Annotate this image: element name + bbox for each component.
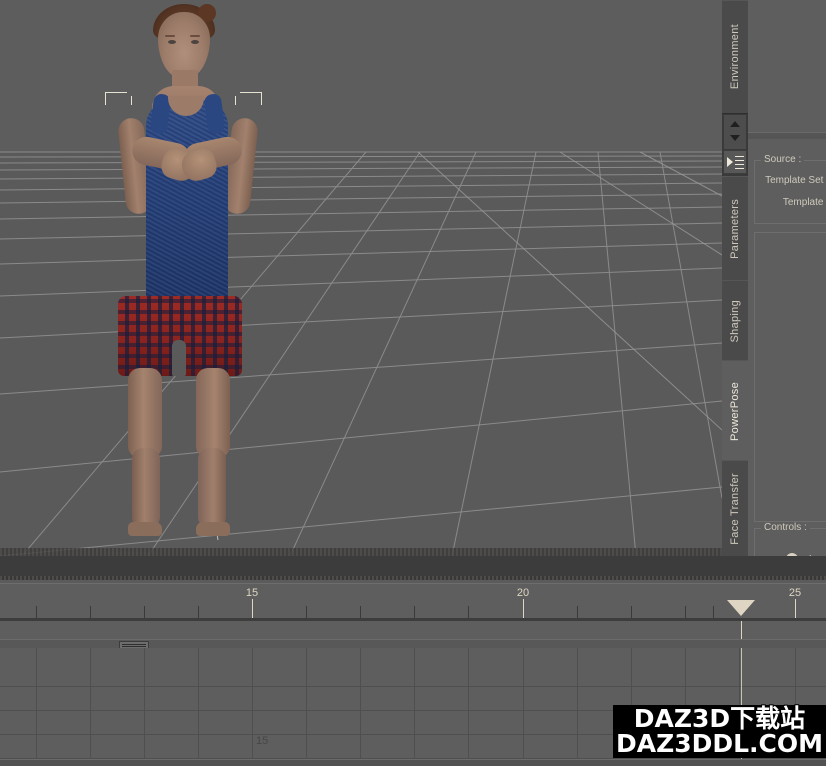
right-dock-pane: Environment Parameters Shaping PowerPose… xyxy=(722,0,826,556)
figure-foot-right xyxy=(196,522,230,536)
pose-canvas-area[interactable] xyxy=(754,232,826,522)
ruler-tick-major xyxy=(795,599,796,620)
figure-shorts-gap xyxy=(172,340,186,376)
timeline-bottom-edge xyxy=(0,759,826,766)
timeline-track-area[interactable] xyxy=(0,621,826,639)
playhead-handle[interactable] xyxy=(727,600,755,616)
ruler-label-25: 25 xyxy=(789,587,801,599)
ruler-label-20: 20 xyxy=(517,587,529,599)
figure-brow-left xyxy=(165,35,175,37)
figure-eye-left xyxy=(168,40,176,44)
tab-powerpose-label: PowerPose xyxy=(729,382,741,441)
template-set-label: Template Set : xyxy=(733,175,826,186)
play-triangle-icon xyxy=(727,157,733,167)
figure-foot-left xyxy=(128,522,162,536)
tab-face-transfer[interactable]: Face Transfer xyxy=(722,460,748,558)
template-label: Template : xyxy=(733,197,826,208)
tab-scroll-arrows[interactable] xyxy=(723,114,747,150)
powerpose-panel-body: Source : Template Set : Template : Contr… xyxy=(748,0,826,556)
3d-viewport[interactable] xyxy=(0,0,722,556)
tab-face-transfer-label: Face Transfer xyxy=(729,473,741,545)
figure-calf-left xyxy=(132,448,160,528)
viewport-bottom-edge xyxy=(0,548,722,556)
grid-frame-label: 15 xyxy=(256,735,268,747)
controls-group-label: Controls : xyxy=(761,522,810,533)
ruler-tick-major xyxy=(523,599,524,620)
keyframe-grid[interactable]: 15 DAZ3D下载站 DAZ3DDL.COM xyxy=(0,648,826,766)
ruler-tick-major xyxy=(252,599,253,620)
panel-menu-icon[interactable] xyxy=(723,150,747,174)
playhead-line-track xyxy=(741,621,742,639)
tab-parameters[interactable]: Parameters xyxy=(722,176,748,282)
figure-thigh-left xyxy=(128,368,162,458)
watermark-line-1: DAZ3D下载站 xyxy=(616,706,823,731)
figure-thigh-right xyxy=(196,368,230,458)
figure-head xyxy=(158,12,210,78)
source-group: Source : Template Set : Template : xyxy=(754,160,826,224)
figure-brow-right xyxy=(190,35,200,37)
selection-bracket-top-right xyxy=(228,92,262,106)
tab-environment[interactable]: Environment xyxy=(722,0,748,114)
watermark-line-2: DAZ3DDL.COM xyxy=(616,731,823,756)
tab-parameters-label: Parameters xyxy=(729,199,741,259)
tab-environment-label: Environment xyxy=(729,24,741,89)
3d-character-figure[interactable] xyxy=(60,0,310,556)
arrow-up-icon[interactable] xyxy=(730,121,740,127)
vertical-tab-strip: Environment Parameters Shaping PowerPose… xyxy=(722,0,748,556)
figure-arm-right xyxy=(223,117,259,215)
figure-calf-right xyxy=(198,448,226,528)
daz-studio-window: Environment Parameters Shaping PowerPose… xyxy=(0,0,826,766)
tab-shaping-label: Shaping xyxy=(729,300,741,342)
selection-bracket-top-left xyxy=(105,92,139,106)
panel-divider xyxy=(748,132,826,139)
arrow-down-icon[interactable] xyxy=(730,135,740,141)
timeline-ruler[interactable]: 15 20 25 xyxy=(0,583,826,621)
figure-tank-strap-right xyxy=(204,93,226,135)
figure-eye-right xyxy=(191,40,199,44)
timeline-hatch-divider xyxy=(0,576,826,580)
tab-shaping[interactable]: Shaping xyxy=(722,280,748,362)
watermark: DAZ3D下载站 DAZ3DDL.COM xyxy=(613,705,826,758)
tab-powerpose[interactable]: PowerPose xyxy=(722,360,748,462)
source-group-label: Source : xyxy=(761,154,804,165)
ruler-label-15: 15 xyxy=(246,587,258,599)
